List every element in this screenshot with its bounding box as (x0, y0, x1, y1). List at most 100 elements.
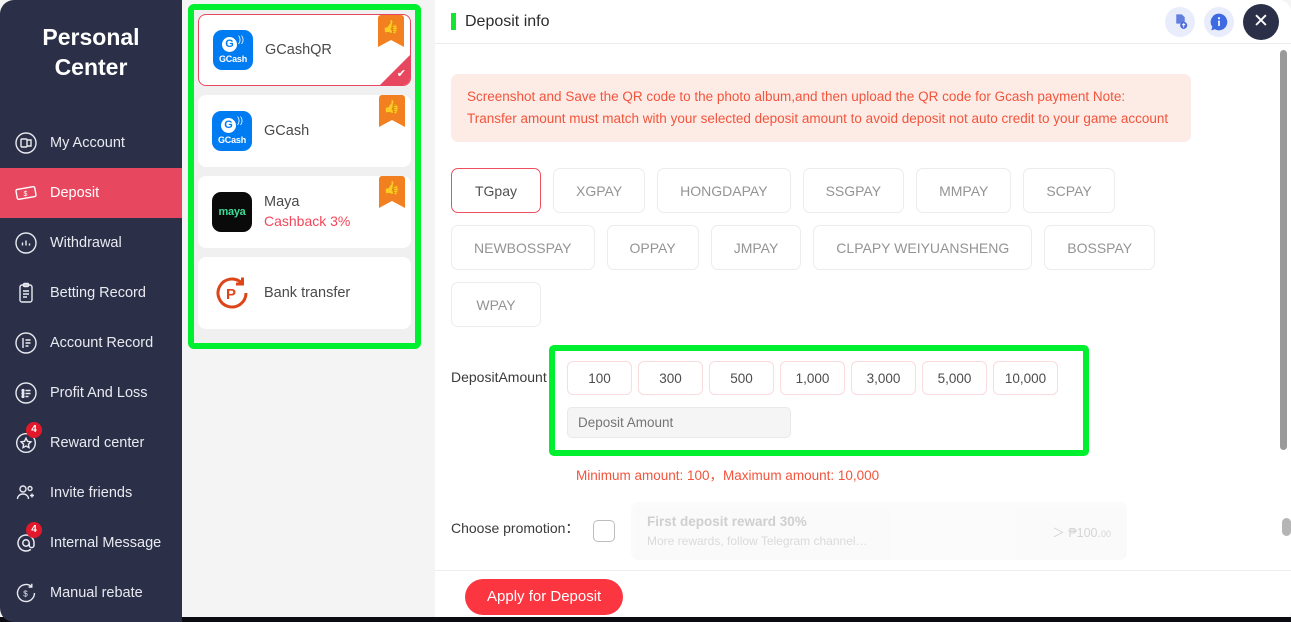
list-icon (14, 381, 38, 405)
rebate-icon: $ (14, 581, 38, 605)
records-icon (14, 331, 38, 355)
wallet-icon (14, 131, 38, 155)
payment-method-label: GCash (264, 122, 310, 139)
reward-badge: 4 (26, 422, 42, 438)
deposit-amount-highlight: 100 300 500 1,000 3,000 5,000 10,000 (549, 345, 1089, 456)
payment-method-text: Maya Cashback 3% (264, 193, 350, 231)
promotion-card[interactable]: First deposit reward 30% More rewards, f… (631, 502, 1127, 560)
sidebar-item-profit-and-loss[interactable]: Profit And Loss (0, 368, 182, 418)
deposit-amount-row: DepositAmount 100 300 500 1,000 3,000 5,… (451, 345, 1267, 456)
bank-logo-icon: P (212, 273, 252, 313)
payment-channel-list: TGpay XGPAY HONGDAPAY SSGPAY MMPAY SCPAY… (451, 168, 1211, 327)
add-user-icon (14, 481, 38, 505)
sidebar-item-label: Internal Message (50, 535, 162, 551)
amount-preset-300[interactable]: 300 (638, 361, 703, 395)
promotion-amount-cents: 00 (1100, 528, 1111, 539)
panel-body: Screenshot and Save the QR code to the p… (435, 44, 1291, 570)
sidebar-item-label: Invite friends (50, 485, 133, 501)
channel-wpay[interactable]: WPAY (451, 282, 541, 327)
channel-tgpay[interactable]: TGpay (451, 168, 541, 213)
selected-check-icon: ✔ (380, 55, 410, 85)
header-accent-bar (451, 13, 456, 30)
amount-preset-500[interactable]: 500 (709, 361, 774, 395)
page-title: Personal Center (0, 18, 182, 82)
apply-for-deposit-button[interactable]: Apply for Deposit (465, 578, 624, 615)
sidebar-item-invite-friends[interactable]: Invite friends (0, 468, 182, 518)
promotion-option: First deposit reward 30% More rewards, f… (593, 502, 1267, 560)
payment-method-bank-transfer[interactable]: P Bank transfer (198, 257, 411, 329)
channel-oppay[interactable]: OPPAY (606, 225, 699, 270)
edge-scroll-handle[interactable] (1282, 518, 1291, 536)
amount-preset-1000[interactable]: 1,000 (780, 361, 845, 395)
sidebar-item-account-record[interactable]: Account Record (0, 318, 182, 368)
gcash-logo-icon: G)) GCash (213, 30, 253, 70)
amount-preset-5000[interactable]: 5,000 (922, 361, 987, 395)
sidebar-item-label: Withdrawal (50, 235, 122, 251)
promotion-amount: ＞ ₱100.00 (1052, 522, 1111, 541)
svg-text:P: P (226, 286, 236, 303)
channel-ssgpay[interactable]: SSGPAY (802, 168, 905, 213)
recommended-thumbs-up-icon: 👍 (378, 15, 404, 47)
sidebar-item-label: Manual rebate (50, 585, 143, 601)
channel-scpay[interactable]: SCPAY (1023, 168, 1115, 213)
payment-method-label: Bank transfer (264, 284, 351, 301)
deposit-dialog: Personal Center My Account $ Deposit Wit… (0, 0, 1291, 622)
promotion-checkbox[interactable] (593, 520, 615, 542)
sidebar-item-withdrawal[interactable]: Withdrawal (0, 218, 182, 268)
header-actions: ✕ (1165, 3, 1279, 40)
channel-clpapy-weiyuansheng[interactable]: CLPAPY WEIYUANSHENG (813, 225, 1033, 270)
sidebar-item-label: Deposit (50, 185, 100, 201)
panel-header: Deposit info ✕ (435, 0, 1291, 44)
channel-newbosspay[interactable]: NEWBOSSPAY (451, 225, 595, 270)
channel-mmpay[interactable]: MMPAY (916, 168, 1012, 213)
channel-xgpay[interactable]: XGPAY (553, 168, 646, 213)
sidebar-item-betting-record[interactable]: Betting Record (0, 268, 182, 318)
vertical-scrollbar[interactable] (1280, 50, 1287, 450)
upload-receipt-icon[interactable] (1165, 6, 1195, 37)
sidebar-item-deposit[interactable]: $ Deposit (0, 168, 182, 218)
deposit-icon: $ (14, 181, 38, 205)
sidebar-item-reward-center[interactable]: 4 Reward center (0, 418, 182, 468)
payment-methods-panel: G)) GCash GCashQR 👍 ✔ G)) GCash GCash 👍 (182, 0, 435, 622)
payment-method-label: GCashQR (265, 41, 332, 58)
payment-methods-highlight: G)) GCash GCashQR 👍 ✔ G)) GCash GCash 👍 (188, 4, 421, 349)
close-icon[interactable]: ✕ (1243, 3, 1279, 40)
deposit-amount-label: DepositAmount (451, 369, 547, 385)
deposit-amount-input[interactable] (567, 407, 791, 438)
message-badge: 4 (26, 522, 42, 538)
sidebar-item-manual-rebate[interactable]: $ Manual rebate (0, 568, 182, 618)
payment-method-maya[interactable]: maya Maya Cashback 3% 👍 (198, 176, 411, 248)
window-bottom-strip (0, 617, 1291, 622)
recommended-thumbs-up-icon: 👍 (379, 95, 405, 127)
panel-footer: Apply for Deposit (435, 570, 1291, 622)
promotion-list: First deposit reward 30% More rewards, f… (593, 502, 1267, 570)
promotion-amount-main: ＞ ₱100. (1052, 525, 1101, 540)
sidebar-nav: My Account $ Deposit Withdrawal Betting … (0, 118, 182, 618)
page-title-line2: Center (54, 54, 128, 80)
amount-preset-3000[interactable]: 3,000 (851, 361, 916, 395)
sidebar-item-my-account[interactable]: My Account (0, 118, 182, 168)
sidebar: Personal Center My Account $ Deposit Wit… (0, 0, 182, 622)
svg-text:$: $ (23, 590, 28, 599)
star-icon: 4 (14, 422, 42, 455)
withdrawal-icon (14, 231, 38, 255)
page-title-line1: Personal (42, 24, 140, 50)
channel-jmpay[interactable]: JMPAY (710, 225, 802, 270)
payment-method-gcashqr[interactable]: G)) GCash GCashQR 👍 ✔ (198, 14, 411, 86)
recommended-thumbs-up-icon: 👍 (379, 176, 405, 208)
channel-bosspay[interactable]: BOSSPAY (1044, 225, 1156, 270)
sidebar-item-internal-message[interactable]: 4 Internal Message (0, 518, 182, 568)
panel-title: Deposit info (465, 12, 550, 30)
payment-method-gcash[interactable]: G)) GCash GCash 👍 (198, 95, 411, 167)
deposit-minmax-text: Minimum amount: 100，Maximum amount: 10,0… (576, 468, 880, 483)
amount-preset-100[interactable]: 100 (567, 361, 632, 395)
svg-text:$: $ (24, 191, 28, 198)
maya-logo-icon: maya (212, 192, 252, 232)
payment-method-cashback: Cashback 3% (264, 213, 351, 229)
amount-preset-10000[interactable]: 10,000 (993, 361, 1058, 395)
promotion-text: First deposit reward 30% More rewards, f… (647, 512, 1052, 550)
deposit-info-panel: Deposit info ✕ Screenshot and Save the Q… (435, 0, 1291, 622)
deposit-notice: Screenshot and Save the QR code to the p… (451, 74, 1191, 142)
channel-hongdapay[interactable]: HONGDAPAY (657, 168, 791, 213)
info-icon[interactable] (1204, 6, 1234, 37)
